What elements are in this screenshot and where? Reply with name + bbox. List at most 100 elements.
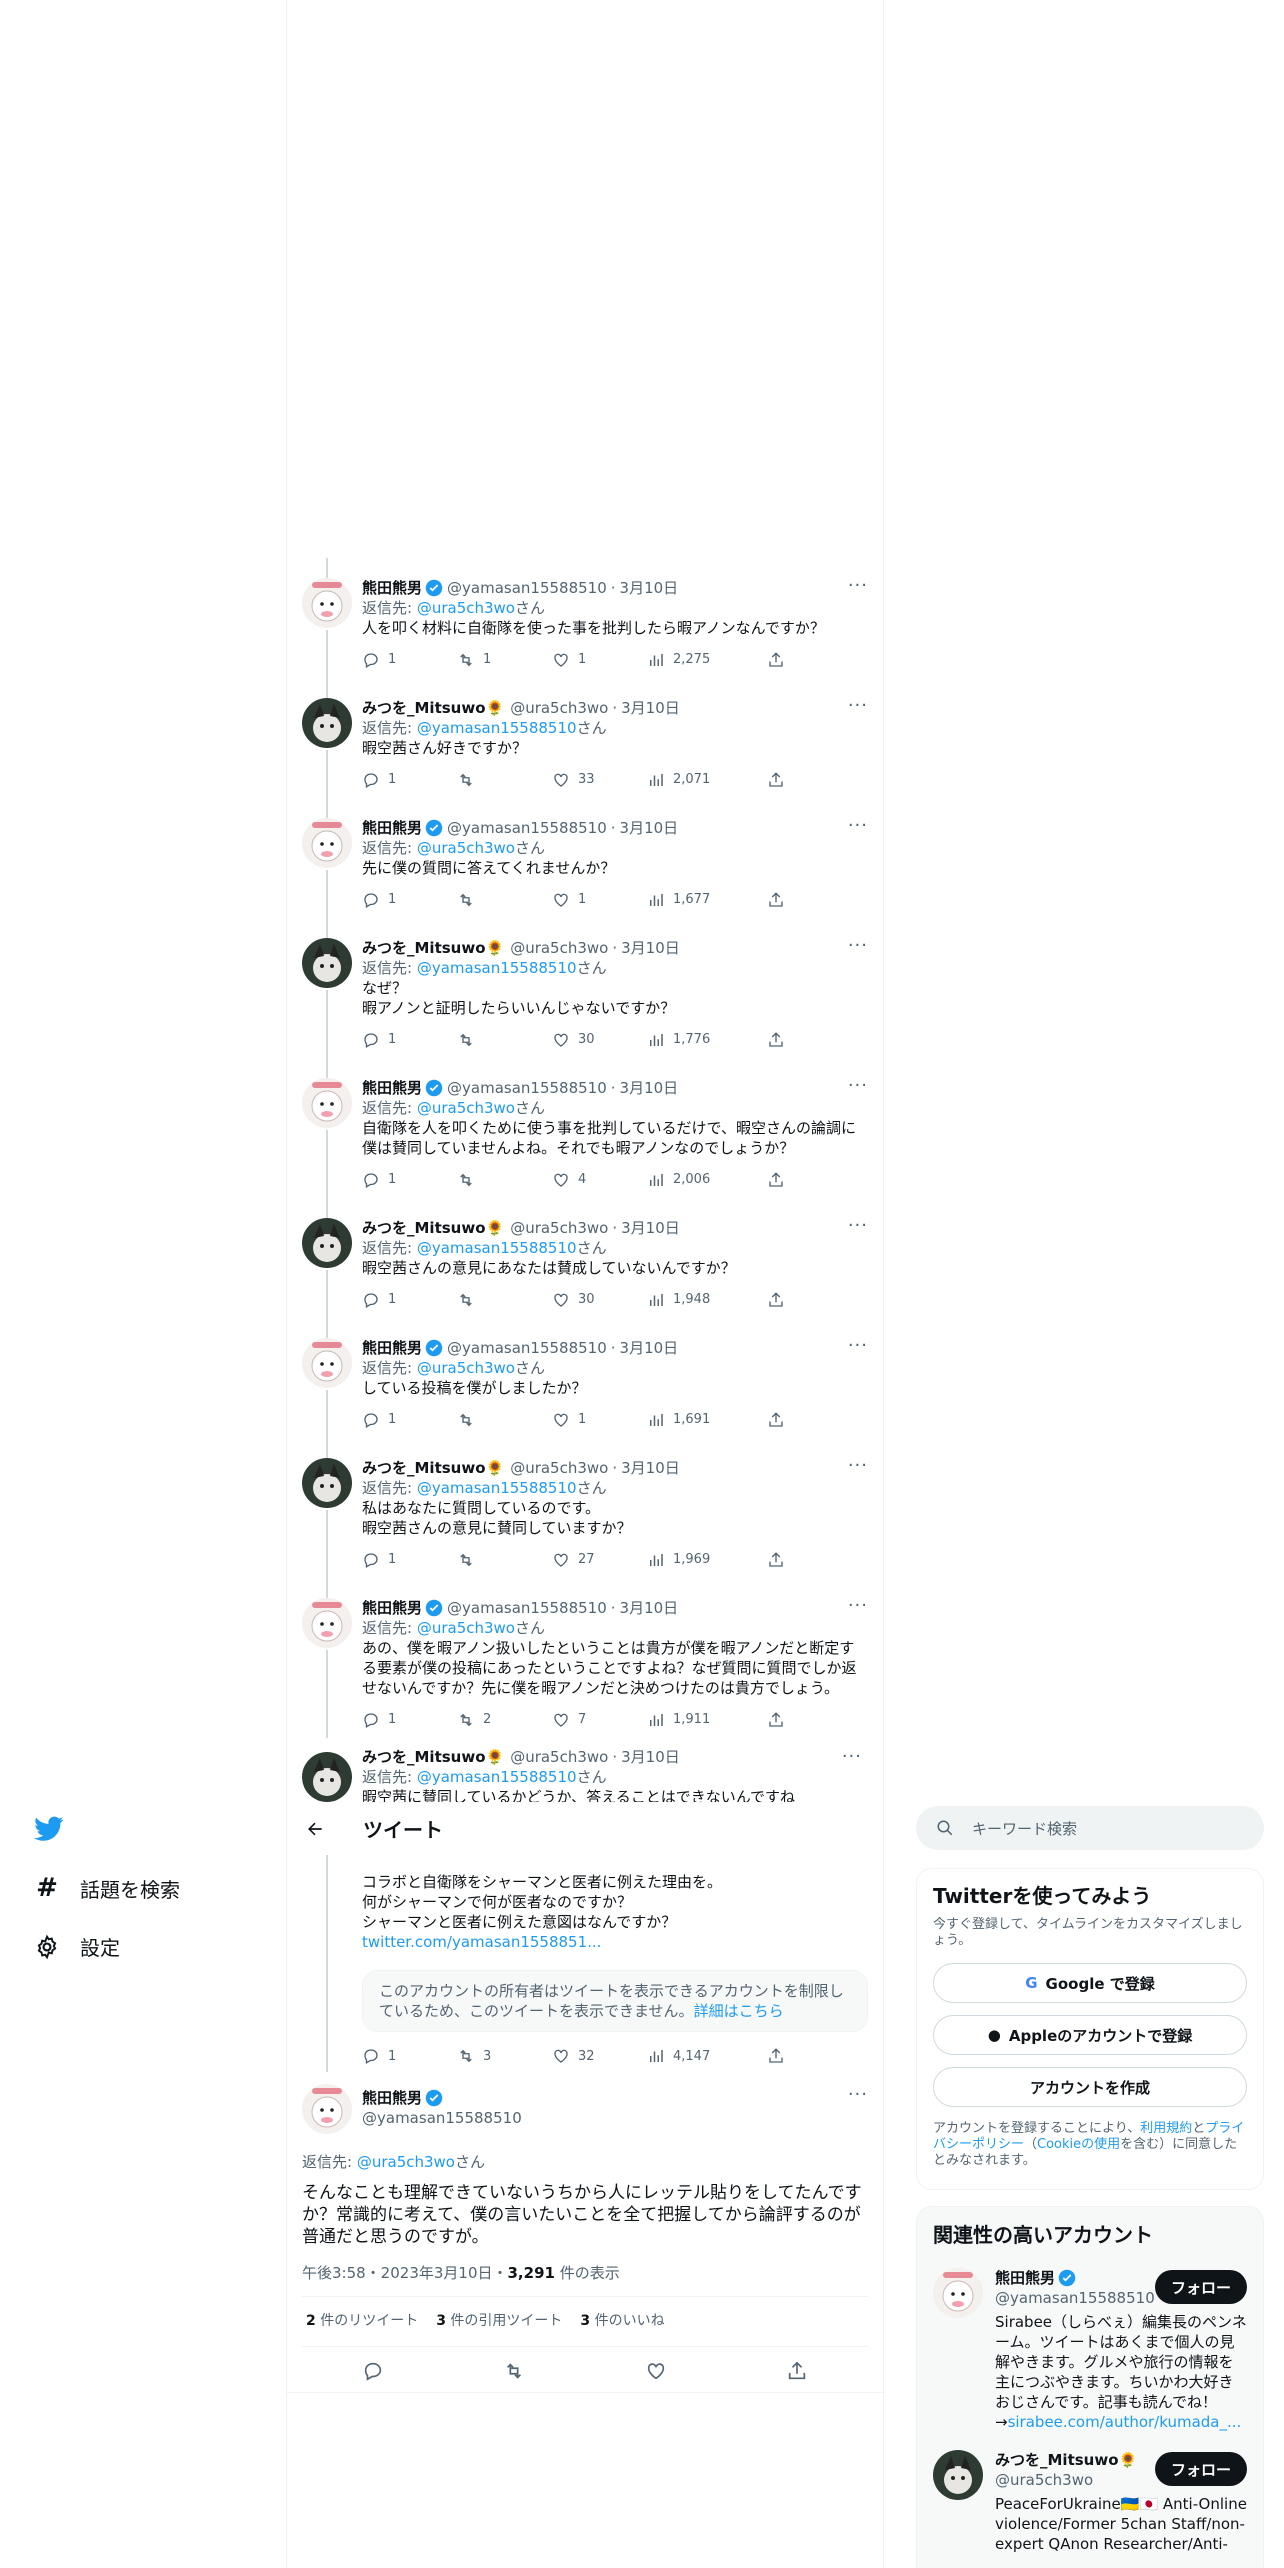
- related-account[interactable]: 熊田熊男 @yamasan15588510 Sirabee（しらべぇ）編集長のペ…: [917, 2260, 1263, 2442]
- related-account[interactable]: みつを_Mitsuwo🌻 @ura5ch3wo PeaceForUkraine🇺…: [917, 2442, 1263, 2562]
- avatar[interactable]: [302, 1598, 352, 1648]
- thread-tweet[interactable]: 熊田熊男 @yamasan15588510 · 3月10日 ··· 返信先: @ura5c…: [286, 1578, 884, 1738]
- thread-tweet[interactable]: 熊田熊男 @yamasan15588510 · 3月10日 ··· 返信先: @ura5c…: [286, 558, 884, 678]
- views-button[interactable]: 1,677: [647, 890, 767, 910]
- avatar[interactable]: [302, 938, 352, 988]
- follow-button[interactable]: フォロー: [1155, 2452, 1247, 2486]
- tweet-date[interactable]: 3月10日: [620, 578, 679, 598]
- reply-mention[interactable]: @yamasan15588510: [417, 1479, 577, 1497]
- share-button[interactable]: [767, 1171, 785, 1189]
- retweet-button[interactable]: [457, 771, 552, 789]
- tweet-date[interactable]: 3月10日: [621, 1458, 680, 1478]
- more-icon[interactable]: ···: [848, 1076, 868, 1096]
- more-icon[interactable]: ···: [848, 576, 868, 596]
- like-button[interactable]: 7: [552, 1710, 647, 1730]
- views-button[interactable]: 4,147: [647, 2047, 767, 2065]
- retweet-button[interactable]: 1: [457, 650, 552, 670]
- tweet-stat[interactable]: 3 件のいいね: [580, 2310, 664, 2330]
- reply-button[interactable]: 1: [362, 1410, 457, 1430]
- tweet-stat[interactable]: 3 件の引用ツイート: [436, 2310, 562, 2330]
- retweet-button[interactable]: [457, 1171, 552, 1189]
- search-box[interactable]: キーワード検索: [916, 1806, 1264, 1850]
- tweet-date[interactable]: 3月10日: [620, 1078, 679, 1098]
- reply-mention[interactable]: @ura5ch3wo: [417, 1359, 515, 1377]
- handle[interactable]: @ura5ch3wo: [510, 938, 608, 958]
- like-button[interactable]: 1: [552, 650, 647, 670]
- like-button[interactable]: 4: [552, 1170, 647, 1190]
- tweet-date[interactable]: 3月10日: [620, 1338, 679, 1358]
- display-name[interactable]: 熊田熊男: [362, 578, 422, 598]
- like-button[interactable]: 1: [552, 1410, 647, 1430]
- handle[interactable]: @yamasan15588510: [447, 578, 607, 598]
- retweet-button[interactable]: [457, 1551, 552, 1569]
- reply-mention[interactable]: @ura5ch3wo: [417, 1619, 515, 1637]
- thread-tweet[interactable]: みつを_Mitsuwo🌻 @ura5ch3wo · 3月10日 ··· 返信先: @yam…: [286, 918, 884, 1058]
- reply-button[interactable]: 1: [362, 1170, 457, 1190]
- avatar[interactable]: [302, 1218, 352, 1268]
- like-button[interactable]: 1: [552, 890, 647, 910]
- share-button[interactable]: [767, 1291, 785, 1309]
- views-button[interactable]: 1,776: [647, 1030, 767, 1050]
- thread-tweet[interactable]: みつを_Mitsuwo🌻 @ura5ch3wo · 3月10日 ··· 返信先: @yam…: [286, 678, 884, 798]
- avatar[interactable]: [302, 1078, 352, 1128]
- reply-mention[interactable]: @yamasan15588510: [417, 1768, 577, 1786]
- display-name[interactable]: みつを_Mitsuwo🌻: [362, 938, 504, 958]
- views-button[interactable]: 2,275: [647, 650, 767, 670]
- retweet-button[interactable]: [457, 1411, 552, 1429]
- reply-icon[interactable]: [362, 2360, 384, 2382]
- retweet-button[interactable]: 3: [457, 2047, 552, 2065]
- nav-explore[interactable]: # 話題を検索: [34, 1873, 180, 1903]
- reply-mention[interactable]: @ura5ch3wo: [417, 1099, 515, 1117]
- reply-mention[interactable]: @yamasan15588510: [417, 719, 577, 737]
- display-name[interactable]: 熊田熊男: [995, 2268, 1055, 2288]
- tweet-date[interactable]: 3月10日: [621, 698, 680, 718]
- views-button[interactable]: 1,911: [647, 1710, 767, 1730]
- cookie-link[interactable]: Cookieの使用: [1037, 2137, 1120, 2152]
- retweet-button[interactable]: [457, 1031, 552, 1049]
- twitter-logo-icon[interactable]: [34, 1816, 64, 1846]
- more-icon[interactable]: ···: [848, 1216, 868, 1236]
- google-signup-button[interactable]: G Google で登録: [933, 1963, 1247, 2003]
- reply-mention[interactable]: @ura5ch3wo: [417, 839, 515, 857]
- thread-tweet[interactable]: 熊田熊男 @yamasan15588510 · 3月10日 ··· 返信先: @ura5c…: [286, 1058, 884, 1198]
- reply-mention[interactable]: @yamasan15588510: [417, 1239, 577, 1257]
- more-icon[interactable]: ···: [848, 696, 868, 716]
- display-name[interactable]: 熊田熊男: [362, 818, 422, 838]
- avatar[interactable]: [302, 818, 352, 868]
- display-name[interactable]: 熊田熊男: [362, 2088, 422, 2108]
- retweet-button[interactable]: 2: [457, 1710, 552, 1730]
- tweet-time[interactable]: 午後3:58・2023年3月10日・: [302, 2264, 508, 2282]
- share-button[interactable]: [767, 1031, 785, 1049]
- avatar[interactable]: [302, 1338, 352, 1388]
- views-button[interactable]: 2,006: [647, 1170, 767, 1190]
- share-button[interactable]: [767, 651, 785, 669]
- more-icon[interactable]: ···: [842, 1746, 862, 1767]
- reply-mention[interactable]: @ura5ch3wo: [357, 2153, 455, 2171]
- views-button[interactable]: 1,691: [647, 1410, 767, 1430]
- thread-tweet[interactable]: みつを_Mitsuwo🌻 @ura5ch3wo · 3月10日 ··· 返信先: @yam…: [286, 1438, 884, 1578]
- display-name[interactable]: 熊田熊男: [362, 1078, 422, 1098]
- reply-button[interactable]: 1: [362, 1030, 457, 1050]
- tweet-date[interactable]: 3月10日: [621, 1218, 680, 1238]
- more-icon[interactable]: ···: [848, 2084, 868, 2105]
- handle[interactable]: @ura5ch3wo: [510, 1458, 608, 1478]
- share-button[interactable]: [767, 2047, 785, 2065]
- handle[interactable]: @yamasan15588510: [447, 1598, 607, 1618]
- display-name[interactable]: みつを_Mitsuwo🌻: [362, 1458, 504, 1478]
- share-button[interactable]: [767, 1551, 785, 1569]
- handle[interactable]: @yamasan15588510: [447, 818, 607, 838]
- reply-button[interactable]: 1: [362, 890, 457, 910]
- reply-button[interactable]: 1: [362, 650, 457, 670]
- tweet-date[interactable]: 3月10日: [620, 818, 679, 838]
- like-button[interactable]: 27: [552, 1550, 647, 1570]
- thread-tweet[interactable]: 熊田熊男 @yamasan15588510 · 3月10日 ··· 返信先: @ura5c…: [286, 1318, 884, 1438]
- more-icon[interactable]: ···: [848, 1456, 868, 1476]
- handle[interactable]: @ura5ch3wo: [510, 1748, 608, 1766]
- like-button[interactable]: 30: [552, 1030, 647, 1050]
- share-button[interactable]: [767, 1711, 785, 1729]
- display-name[interactable]: 熊田熊男: [362, 1338, 422, 1358]
- reply-button[interactable]: 1: [362, 1550, 457, 1570]
- more-icon[interactable]: ···: [848, 1336, 868, 1356]
- reply-button[interactable]: 1: [362, 2047, 457, 2065]
- display-name[interactable]: みつを_Mitsuwo🌻: [362, 698, 504, 718]
